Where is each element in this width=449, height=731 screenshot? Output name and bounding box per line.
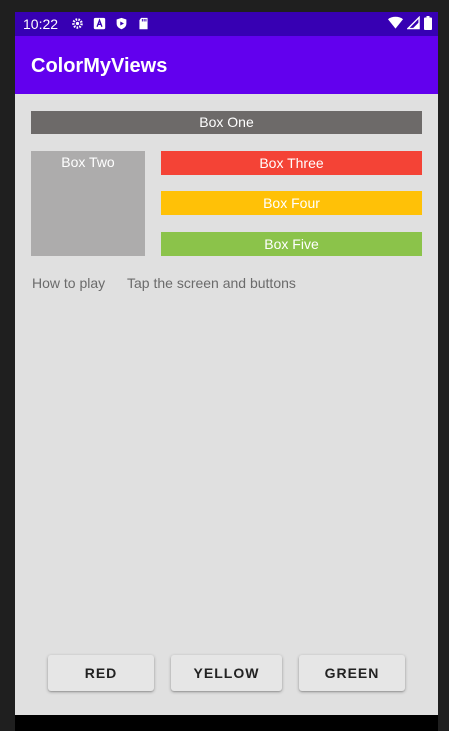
- gear-icon: [72, 18, 83, 29]
- box-one[interactable]: Box One: [31, 111, 422, 134]
- how-to-play-label: How to play: [32, 275, 106, 291]
- status-bar: 10:22: [15, 12, 438, 36]
- navigation-bar: [15, 715, 438, 731]
- box-five[interactable]: Box Five: [161, 232, 422, 256]
- app-bar: ColorMyViews: [15, 36, 438, 94]
- phone-screen: 10:22 ColorMyViews Box One Box Two Box T…: [15, 12, 438, 715]
- shield-play-icon: [116, 17, 127, 30]
- status-time: 10:22: [23, 16, 59, 32]
- instructions-text: Tap the screen and buttons: [127, 275, 296, 291]
- box-three[interactable]: Box Three: [161, 151, 422, 175]
- sd-card-icon: [139, 17, 148, 30]
- wifi-icon: [388, 16, 403, 29]
- yellow-button[interactable]: YELLOW: [171, 655, 282, 691]
- green-button[interactable]: GREEN: [299, 655, 405, 691]
- red-button[interactable]: RED: [48, 655, 154, 691]
- box-four[interactable]: Box Four: [161, 191, 422, 215]
- a-icon: [93, 17, 106, 30]
- app-title: ColorMyViews: [31, 55, 168, 77]
- box-two[interactable]: Box Two: [31, 151, 145, 256]
- status-notification-icons: [71, 17, 150, 30]
- signal-icon: [407, 16, 420, 30]
- status-system-icons: [388, 16, 432, 30]
- battery-icon: [424, 16, 432, 30]
